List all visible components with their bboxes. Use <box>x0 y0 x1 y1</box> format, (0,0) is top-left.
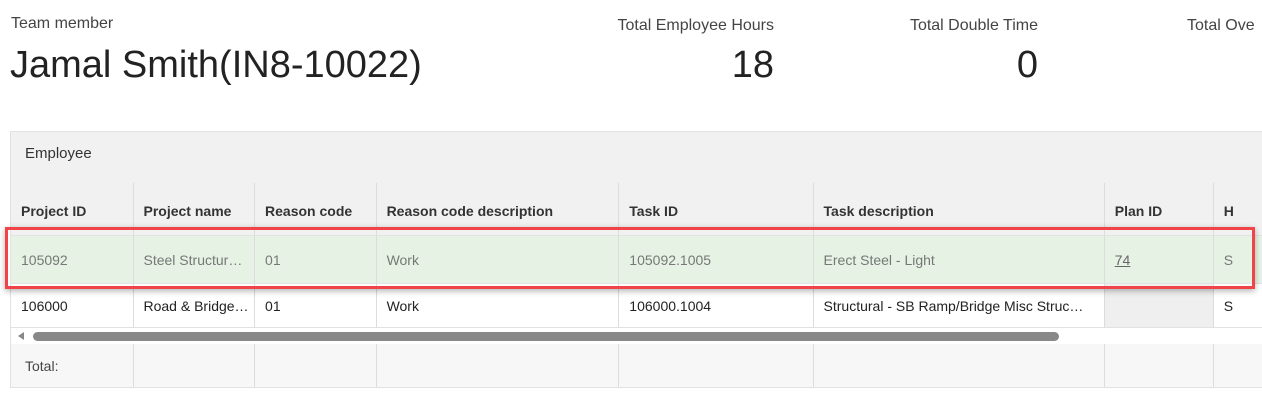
stat-label-employee-hours: Total Employee Hours <box>617 17 774 34</box>
stat-value-employee-hours: 18 <box>731 44 774 86</box>
cell <box>376 344 620 388</box>
cell <box>133 344 256 388</box>
stat-label-double-time: Total Double Time <box>909 17 1038 34</box>
cell: 106000 <box>11 284 134 328</box>
col-reason-desc[interactable]: Reason code description <box>376 183 620 236</box>
cell: S <box>1213 236 1262 284</box>
col-plan-id[interactable]: Plan ID <box>1104 183 1214 236</box>
total-row: Total: <box>11 344 1262 388</box>
cell <box>1104 284 1214 328</box>
cell: 106000.1004 <box>619 284 814 328</box>
stat-label-overtime: Total Ove <box>1187 17 1255 34</box>
col-project-name[interactable]: Project name <box>133 183 256 236</box>
cell: S <box>1213 284 1262 328</box>
cell: 105092.1005 <box>619 236 814 284</box>
cell: Steel Structur… <box>133 236 256 284</box>
cell: 105092 <box>11 236 134 284</box>
cell: Work <box>376 284 620 328</box>
cell: 01 <box>255 284 377 328</box>
cell: 74 <box>1104 236 1214 284</box>
cell <box>1213 344 1262 388</box>
header-row: Project ID Project name Reason code Reas… <box>11 183 1262 236</box>
cell <box>1104 344 1214 388</box>
scrollbar-thumb[interactable] <box>33 332 1059 341</box>
col-h[interactable]: H <box>1213 183 1262 236</box>
plan-id-link[interactable]: 74 <box>1115 252 1131 268</box>
scroll-left-icon[interactable] <box>18 332 24 340</box>
cell <box>619 344 814 388</box>
team-member-name: Jamal Smith(IN8-10022) <box>10 44 422 86</box>
cell: Work <box>376 236 620 284</box>
employee-grid: Employee Project ID Project name Reason … <box>10 131 1262 388</box>
col-task-desc[interactable]: Task description <box>813 183 1105 236</box>
cell <box>813 344 1105 388</box>
col-project-id[interactable]: Project ID <box>11 183 134 236</box>
cell: Structural - SB Ramp/Bridge Misc Struc… <box>813 284 1105 328</box>
total-label: Total: <box>11 344 134 388</box>
cell: 01 <box>255 236 377 284</box>
col-reason-code[interactable]: Reason code <box>255 183 377 236</box>
cell <box>255 344 377 388</box>
team-member-label: Team member <box>11 15 114 32</box>
cell: Road & Bridge… <box>133 284 256 328</box>
table-row[interactable]: 105092 Steel Structur… 01 Work 105092.10… <box>11 236 1262 284</box>
group-header: Employee <box>25 145 92 162</box>
table-row[interactable]: 106000 Road & Bridge… 01 Work 106000.100… <box>11 284 1262 328</box>
cell: Erect Steel - Light <box>813 236 1105 284</box>
horizontal-scrollbar[interactable] <box>11 328 1262 344</box>
col-task-id[interactable]: Task ID <box>619 183 814 236</box>
stat-value-double-time: 0 <box>1016 44 1038 86</box>
